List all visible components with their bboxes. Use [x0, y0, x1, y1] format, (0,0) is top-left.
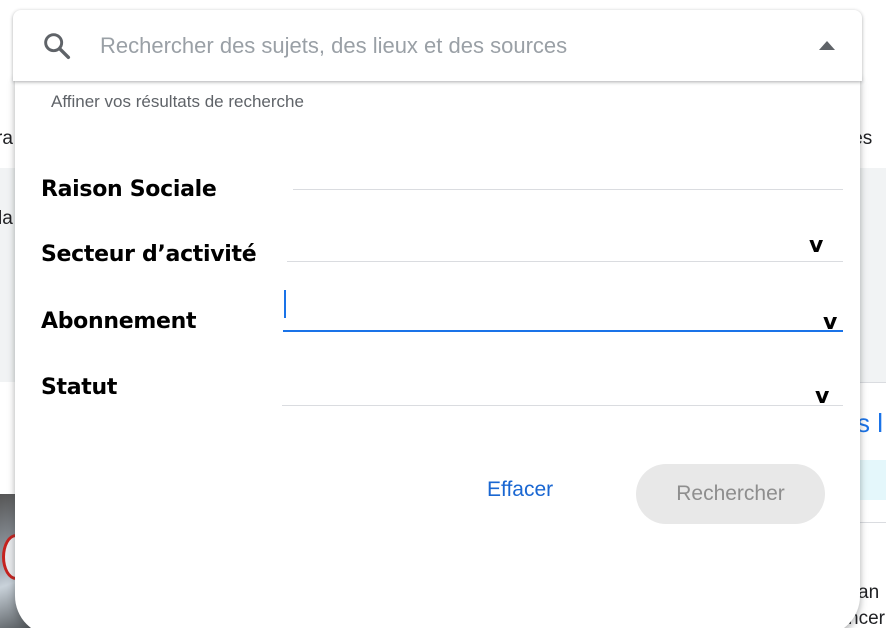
statut-select[interactable]	[282, 405, 843, 406]
panel-hint: Affiner vos résultats de recherche	[51, 92, 304, 111]
page: ra ies la s l tor an ncer Rechercher des…	[0, 0, 886, 628]
search-input[interactable]: Rechercher des sujets, des lieux et des …	[100, 33, 567, 59]
chevron-down-icon[interactable]: v	[823, 310, 837, 335]
chevron-up-icon[interactable]	[819, 41, 835, 50]
search-button[interactable]: Rechercher	[636, 464, 825, 524]
secteur-activite-label: Secteur d’activité	[41, 242, 257, 267]
background-text: ra	[0, 128, 13, 149]
advanced-search-panel: Affiner vos résultats de recherche Raiso…	[15, 76, 860, 628]
clear-button[interactable]: Effacer	[487, 478, 553, 502]
chevron-down-icon[interactable]: v	[809, 233, 823, 258]
background-headline[interactable]: s l	[857, 408, 883, 439]
background-divider	[860, 522, 886, 523]
background-text: la	[0, 208, 13, 229]
search-icon[interactable]	[41, 30, 73, 62]
secteur-activite-select[interactable]	[287, 261, 843, 262]
raison-sociale-input[interactable]	[293, 189, 843, 190]
search-bar[interactable]: Rechercher des sujets, des lieux et des …	[13, 10, 862, 81]
chevron-down-icon[interactable]: v	[815, 384, 829, 409]
abonnement-label: Abonnement	[41, 309, 197, 334]
raison-sociale-label: Raison Sociale	[41, 177, 217, 202]
abonnement-select[interactable]	[283, 330, 843, 332]
background-divider	[860, 382, 886, 383]
background-text: an	[858, 582, 880, 603]
statut-label: Statut	[41, 375, 118, 400]
text-caret	[284, 290, 286, 318]
